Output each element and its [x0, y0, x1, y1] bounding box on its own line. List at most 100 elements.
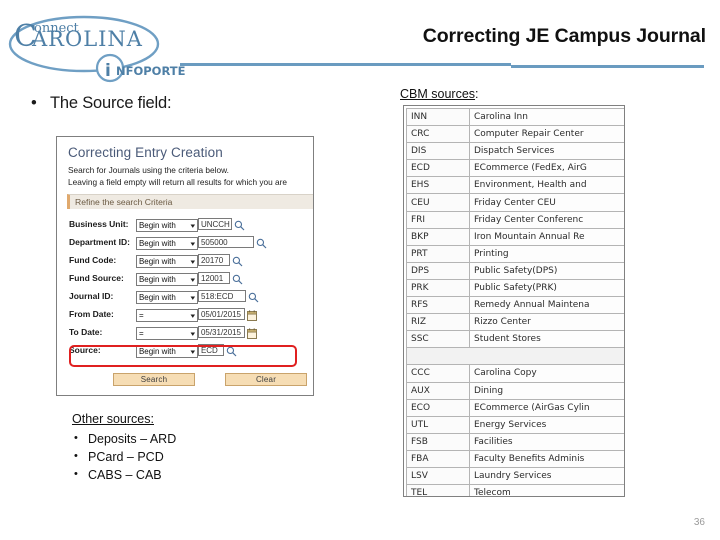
table-row: ECO ECommerce (AirGas Cylin	[406, 398, 624, 417]
field-value-input[interactable]: ECD	[197, 343, 224, 357]
calendar-picker-icon[interactable]	[246, 326, 257, 340]
cbm-source-description: Rizzo Center	[469, 313, 624, 332]
table-row: BKP Iron Mountain Annual Re	[406, 227, 624, 246]
cbm-source-description: Friday Center Conferenc	[469, 210, 624, 229]
other-sources-heading: Other sources:	[72, 412, 154, 426]
cbm-source-code: INN	[406, 107, 470, 127]
lookup-magnifier-icon[interactable]	[232, 272, 243, 285]
table-row: CRC Computer Repair Center	[406, 125, 624, 144]
operator-cell: Begin with ▾	[135, 287, 198, 305]
operator-cell: Begin with ▾	[135, 269, 198, 287]
table-row: FBA Faculty Benefits Adminis	[406, 449, 624, 468]
cbm-source-code: CRC	[406, 125, 470, 144]
cbm-source-description: Student Stores	[469, 330, 624, 349]
field-label: Business Unit:	[69, 219, 129, 229]
field-value-input[interactable]: 05/31/2015	[197, 325, 245, 339]
other-sources-block: Other sources: Deposits – ARDPCard – PCD…	[72, 412, 302, 484]
lookup-magnifier-icon[interactable]	[248, 290, 259, 303]
bullet-source-field-label: The Source field:	[50, 94, 172, 112]
connectcarolina-infoporte-logo: C onnect AROLINA i NFOPORTE	[6, 6, 196, 88]
value-cell: 05/31/2015	[197, 323, 267, 341]
operator-value: Begin with	[138, 257, 176, 266]
operator-select[interactable]: Begin with ▾	[135, 255, 198, 268]
table-row: RIZ Rizzo Center	[406, 313, 624, 332]
field-label: From Date:	[69, 309, 114, 319]
field-label: Fund Code:	[69, 255, 117, 265]
table-row: LSV Laundry Services	[406, 466, 624, 486]
table-row: EHS Environment, Health and	[406, 176, 624, 195]
lookup-magnifier-icon[interactable]	[226, 344, 237, 357]
calendar-picker-icon[interactable]	[246, 308, 257, 322]
field-value-input[interactable]: 20170	[197, 253, 230, 267]
field-label: Journal ID:	[69, 291, 114, 301]
search-button[interactable]: Search	[113, 373, 195, 386]
field-value-input[interactable]: 05/01/2015	[197, 307, 245, 321]
operator-select[interactable]: Begin with ▾	[135, 273, 198, 286]
form-note-line1: Search for Journals using the criteria b…	[68, 165, 229, 175]
cbm-source-code: ECD	[406, 159, 470, 178]
cbm-sources-heading: CBM sources:	[400, 87, 479, 101]
cbm-source-code: DIS	[406, 142, 470, 161]
cbm-source-code: RFS	[406, 296, 470, 315]
field-value-input[interactable]: 12001	[197, 271, 230, 285]
cbm-source-code: PRT	[406, 244, 470, 263]
cbm-source-description: Computer Repair Center	[469, 125, 624, 144]
field-value-input[interactable]: 505000	[197, 235, 254, 249]
page-number: 36	[693, 517, 705, 528]
operator-select[interactable]: Begin with ▾	[135, 291, 198, 304]
cbm-source-code: CEU	[406, 193, 470, 212]
table-row: SSC Student Stores	[406, 330, 624, 349]
cbm-source-code: FSB	[406, 432, 470, 451]
field-value-input[interactable]: UNCCH	[197, 217, 232, 231]
operator-select[interactable]: = ▾	[135, 309, 198, 322]
other-sources-item: CABS – CAB	[72, 465, 302, 484]
operator-cell: Begin with ▾	[135, 341, 198, 359]
value-cell: 505000	[197, 233, 267, 251]
lookup-magnifier-icon[interactable]	[256, 236, 267, 249]
field-label: Fund Source:	[69, 273, 124, 283]
table-row: RFS Remedy Annual Maintena	[406, 296, 624, 315]
cbm-source-description: Telecom	[469, 484, 624, 496]
chevron-down-icon: ▾	[190, 258, 196, 266]
field-value-input[interactable]: 518:ECD	[197, 289, 246, 303]
search-criteria-row: Department ID: Begin with ▾ 505000	[69, 233, 267, 251]
operator-select[interactable]: = ▾	[135, 327, 198, 340]
refine-search-criteria-label: Refine the search Criteria	[75, 197, 173, 207]
cbm-source-description: Printing	[469, 244, 624, 263]
chevron-down-icon: ▾	[190, 330, 196, 338]
field-label: To Date:	[69, 327, 103, 337]
table-row: PRT Printing	[406, 244, 624, 263]
cbm-source-code: SSC	[406, 330, 470, 349]
cbm-source-description: ECommerce (FedEx, AirG	[469, 159, 624, 178]
operator-cell: = ▾	[135, 323, 198, 341]
table-row: DPS Public Safety(DPS)	[406, 261, 624, 280]
operator-value: Begin with	[138, 239, 176, 248]
lookup-magnifier-icon[interactable]	[232, 254, 243, 267]
cbm-source-code: FRI	[406, 210, 470, 229]
cbm-group-label: Bil	[406, 347, 624, 366]
operator-value: Begin with	[138, 221, 176, 230]
cbm-source-code: TEL	[406, 484, 470, 496]
bullet-dot-icon: •	[31, 94, 37, 112]
title-underline-rule	[180, 62, 704, 68]
value-cell: 05/01/2015	[197, 305, 267, 323]
cbm-source-description: Friday Center CEU	[469, 193, 624, 212]
chevron-down-icon: ▾	[190, 348, 196, 356]
cbm-group-separator-row: Bil	[406, 347, 624, 366]
lookup-magnifier-icon[interactable]	[234, 218, 245, 231]
value-cell: 12001	[197, 269, 267, 287]
operator-select[interactable]: Begin with ▾	[135, 219, 198, 232]
table-row: CEU Friday Center CEU	[406, 193, 624, 212]
logo-artwork: C onnect AROLINA i NFOPORTE	[8, 15, 186, 83]
table-row: FRI Friday Center Conferenc	[406, 210, 624, 229]
cbm-sources-heading-colon: :	[475, 87, 479, 101]
operator-select[interactable]: Begin with ▾	[135, 345, 198, 358]
clear-button[interactable]: Clear	[225, 373, 307, 386]
operator-select[interactable]: Begin with ▾	[135, 237, 198, 250]
cbm-source-description: ECommerce (AirGas Cylin	[469, 398, 624, 417]
slide-title-block: Correcting JE Campus Journal	[356, 25, 706, 47]
chevron-down-icon: ▾	[190, 276, 196, 284]
cbm-source-code: EHS	[406, 176, 470, 195]
table-row: AUX Dining	[406, 381, 624, 400]
operator-cell: Begin with ▾	[135, 233, 198, 251]
